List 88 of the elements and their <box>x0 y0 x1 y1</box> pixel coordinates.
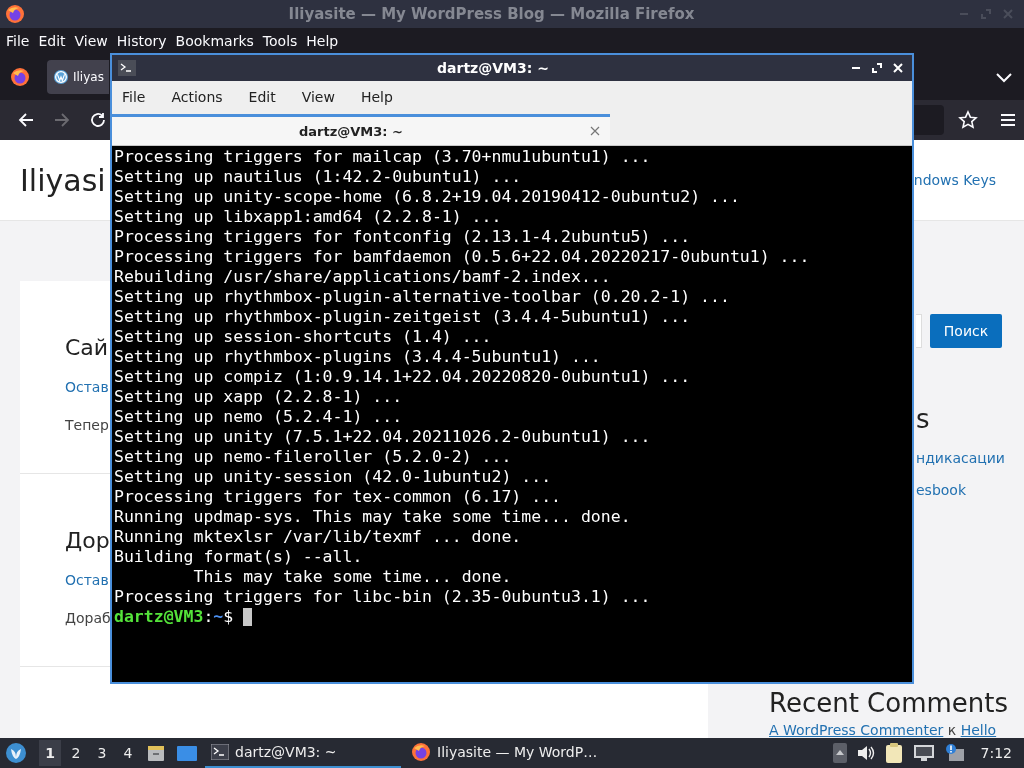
terminal-line: Setting up nemo (5.2.4-1) ... <box>114 407 403 427</box>
firefox-logo-icon[interactable] <box>10 67 30 87</box>
menu-item[interactable]: Edit <box>38 33 66 49</box>
terminal-line: Setting up unity-session (42.0-1ubuntu2) ... <box>114 467 552 487</box>
url-field[interactable] <box>914 105 944 135</box>
star-icon[interactable] <box>958 110 978 130</box>
taskbar-task[interactable]: dartz@VM3: ~ <box>205 738 401 768</box>
taskbar-task[interactable]: Iliyasite — My WordP… <box>405 738 604 768</box>
terminal-line: Setting up rhythmbox-plugins (3.4.4-5ubuntu1) ... <box>114 347 601 367</box>
wordpress-icon <box>53 69 69 85</box>
menu-item[interactable]: Edit <box>248 89 276 105</box>
post-title[interactable]: Дор <box>65 522 110 560</box>
file-cabinet-icon[interactable] <box>146 743 166 763</box>
sidebar-link[interactable]: esbook <box>916 482 1009 498</box>
comment-link[interactable]: Остав <box>65 379 109 395</box>
terminal-line: Setting up unity-scope-home (6.8.2+19.04.20190412-0ubuntu2) ... <box>114 187 740 207</box>
terminal-line: Processing triggers for tex-common (6.17) ... <box>114 487 562 507</box>
prompt-path: ~ <box>213 607 224 627</box>
terminal-line: Processing triggers for libc-bin (2.35-0ubuntu3.1) ... <box>114 587 651 607</box>
terminal-line: Setting up compiz (1:0.9.14.1+22.04.20220820-0ubuntu1) ... <box>114 367 691 387</box>
prompt-separator: : <box>203 607 214 627</box>
volume-icon[interactable] <box>856 745 875 761</box>
window-title: dartz@VM3: ~ <box>436 60 550 76</box>
menu-item[interactable]: Help <box>306 33 339 49</box>
terminal-line: Setting up session-shortcuts (1.4) ... <box>114 327 492 347</box>
terminal-line: Building format(s) --all. <box>114 547 363 567</box>
terminal-line: Setting up rhythmbox-plugin-zeitgeist (3.4.4-5ubuntu1) ... <box>114 307 691 327</box>
terminal-line: Setting up nemo-fileroller (5.2.0-2) ... <box>114 447 512 467</box>
terminal-icon <box>118 60 136 76</box>
widget-heading: Recent Comments <box>769 688 1009 718</box>
widget-heading: s <box>916 404 931 434</box>
search-button[interactable]: Поиск <box>930 314 1002 348</box>
firefox-logo-icon <box>5 4 25 24</box>
comment-link[interactable]: Остав <box>65 572 109 588</box>
cursor <box>243 608 253 626</box>
terminal-line: Processing triggers for fontconfig (2.13.1-4.2ubuntu5) ... <box>114 227 691 247</box>
site-title[interactable]: Iliyasi <box>20 162 106 198</box>
nav-link[interactable]: ndows Keys <box>913 172 996 188</box>
menu-item[interactable]: View <box>74 33 108 49</box>
terminal-line: Setting up nautilus (1:42.2-0ubuntu1) ... <box>114 167 522 187</box>
terminal-icon <box>211 744 229 760</box>
clipboard-icon[interactable] <box>884 743 903 763</box>
workspace-button[interactable]: 3 <box>91 740 113 766</box>
prompt-user: dartz@VM3 <box>114 607 204 627</box>
menu-icon[interactable] <box>1000 113 1016 127</box>
browser-tab[interactable]: Iliyas <box>47 60 109 94</box>
window-title: Iliyasite — My WordPress Blog — Mozilla Firefox <box>287 5 696 23</box>
prompt-symbol: $ <box>223 607 234 627</box>
menu-item[interactable]: Actions <box>171 89 223 105</box>
terminal-line: Setting up rhythmbox-plugin-alternative-toolbar (0.20.2-1) ... <box>114 287 730 307</box>
start-menu-icon[interactable] <box>5 742 27 764</box>
menu-item[interactable]: Help <box>360 89 393 105</box>
post-link[interactable]: Hello <box>960 722 997 738</box>
terminal-line: Processing triggers for mailcap (3.70+nmu1ubuntu1) ... <box>114 147 651 167</box>
terminal-line: Processing triggers for bamfdaemon (0.5.6+22.04.20220217-0ubuntu1) ... <box>114 247 810 267</box>
workspace-button[interactable]: 2 <box>65 740 87 766</box>
terminal-line: Running mktexlsr /var/lib/texmf ... done. <box>114 527 522 547</box>
desktop-icon[interactable] <box>176 743 198 763</box>
recent-comment: A WordPress Commenter к Hello <box>769 722 998 738</box>
menu-item[interactable]: File <box>122 89 146 105</box>
workspace-button[interactable]: 1 <box>39 740 61 766</box>
post-excerpt: Тепер <box>65 417 109 433</box>
comment-author-link[interactable]: A WordPress Commenter <box>769 722 944 738</box>
terminal-line: Setting up libxapp1:amd64 (2.2.8-1) ... <box>114 207 502 227</box>
menu-item[interactable]: View <box>301 89 335 105</box>
clock[interactable]: 7:12 <box>980 745 1012 761</box>
terminal-tab[interactable]: dartz@VM3: ~ <box>112 114 610 145</box>
terminal-line: Setting up unity (7.5.1+22.04.20211026.2-0ubuntu1) ... <box>114 427 651 447</box>
menu-item[interactable]: History <box>116 33 167 49</box>
terminal-line: Rebuilding /usr/share/applications/bamf-2.index... <box>114 267 611 287</box>
chevron-down-icon[interactable] <box>995 71 1013 83</box>
search-field[interactable] <box>916 314 922 348</box>
network-icon[interactable] <box>912 744 935 762</box>
firefox-logo-icon <box>411 742 431 762</box>
post-title[interactable]: Сай <box>65 329 109 367</box>
forward-arrow-icon <box>53 112 71 128</box>
terminal-line: Running updmap-sys. This may take some time... done. <box>114 507 631 527</box>
menu-item[interactable]: File <box>6 33 30 49</box>
menu-item[interactable]: Tools <box>262 33 298 49</box>
terminal-line: This may take some time... done. <box>192 567 512 587</box>
back-arrow-icon <box>17 112 35 128</box>
workspace-button[interactable]: 4 <box>117 740 139 766</box>
sidebar-link[interactable]: ндикасации <box>916 450 1009 466</box>
notification-icon[interactable] <box>944 743 965 763</box>
post-excerpt: Дораб <box>65 610 111 626</box>
menu-item[interactable]: Bookmarks <box>175 33 254 49</box>
terminal-line: Setting up xapp (2.2.8-1) ... <box>114 387 403 407</box>
reload-icon <box>89 111 107 129</box>
